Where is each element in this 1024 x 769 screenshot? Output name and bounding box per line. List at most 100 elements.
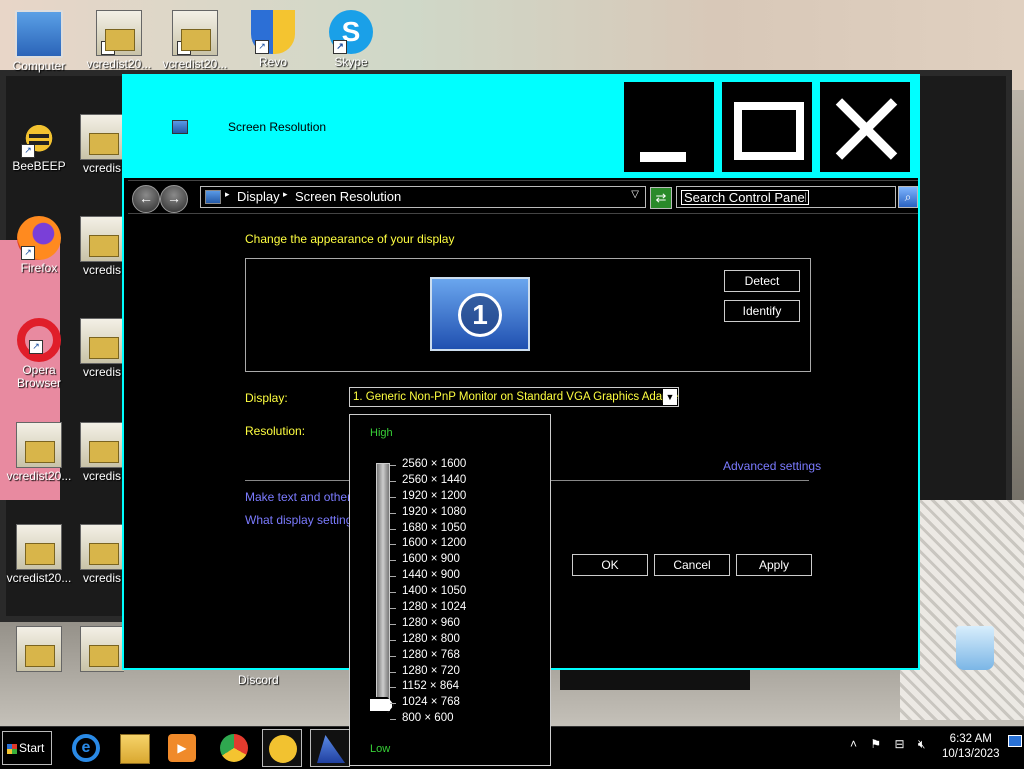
breadcrumb-screen-resolution[interactable]: Screen Resolution xyxy=(295,189,401,204)
show-hidden-icons-chevron-icon[interactable]: ˄ xyxy=(850,737,857,751)
resolution-option[interactable]: 1280 × 1024 xyxy=(390,600,466,616)
resolution-option[interactable]: 2560 × 1600 xyxy=(390,457,466,473)
desktop-icon-label: vcredist20... xyxy=(6,571,72,585)
desktop-icon-label: Computer xyxy=(12,59,66,73)
network-icon[interactable]: ⊟ xyxy=(894,737,904,751)
action-center-flag-icon[interactable]: ⚑ xyxy=(870,737,881,751)
desktop-icon-vcredist[interactable]: ↗ vcredist20... xyxy=(156,10,234,71)
resolution-option[interactable]: 1680 × 1050 xyxy=(390,521,466,537)
desktop-icon-beebeep[interactable]: ↗ BeeBEEP xyxy=(0,114,78,173)
address-history-chevron-icon[interactable]: ▽ xyxy=(631,189,639,200)
taskbar-media-player[interactable]: ▶ xyxy=(162,729,202,767)
desktop-icon-label: Discord xyxy=(238,673,279,687)
resolution-option[interactable]: 1400 × 1050 xyxy=(390,584,466,600)
start-label: Start xyxy=(19,741,45,755)
chevron-down-icon[interactable]: ▼ xyxy=(663,389,677,405)
search-input[interactable] xyxy=(681,190,809,205)
desktop-icon-revo[interactable]: ↗ Revo xyxy=(234,10,312,69)
navigation-bar: ← → ▸ Display ▸ Screen Resolution ▽ ⇄ ⌕ xyxy=(128,180,918,214)
resolution-option[interactable]: 1152 × 864 xyxy=(390,679,466,695)
forward-button[interactable]: → xyxy=(160,185,188,213)
window-titlebar[interactable]: Screen Resolution xyxy=(124,76,918,178)
close-button[interactable] xyxy=(818,80,912,174)
monitor-1-tile[interactable]: 1 xyxy=(430,277,530,351)
installer-icon xyxy=(16,524,62,570)
desktop-icon-vcredist[interactable]: ↗ vcredist20... xyxy=(80,10,158,71)
desktop-icon-skype[interactable]: S ↗ Skype xyxy=(312,10,390,69)
resolution-option[interactable]: 1600 × 900 xyxy=(390,552,466,568)
start-button[interactable]: Start xyxy=(2,731,52,765)
resolution-option[interactable]: 1440 × 900 xyxy=(390,568,466,584)
desktop-icon-computer[interactable]: Computer xyxy=(0,10,78,73)
desktop-icon-vcredist[interactable] xyxy=(0,626,78,674)
cancel-button[interactable]: Cancel xyxy=(654,554,730,576)
installer-icon xyxy=(80,524,124,570)
breadcrumb-arrow-icon[interactable]: ▸ xyxy=(283,189,288,200)
taskbar-internet-explorer[interactable]: e xyxy=(66,729,106,767)
resolution-slider-track[interactable] xyxy=(376,463,390,711)
resolution-label: Resolution: xyxy=(245,424,306,438)
ok-button[interactable]: OK xyxy=(572,554,648,576)
taskbar-file-explorer[interactable] xyxy=(114,729,154,767)
resolution-option[interactable]: 1280 × 768 xyxy=(390,648,466,664)
resolution-option[interactable]: 1920 × 1080 xyxy=(390,505,466,521)
breadcrumb-display[interactable]: Display xyxy=(237,189,280,204)
search-icon[interactable]: ⌕ xyxy=(898,186,918,208)
taskbar-chrome[interactable] xyxy=(214,729,254,767)
desktop-icon-vcredist[interactable] xyxy=(80,626,124,674)
resolution-option[interactable]: 1920 × 1200 xyxy=(390,489,466,505)
clock-time: 6:32 AM xyxy=(949,733,992,745)
resolution-option[interactable]: 1280 × 800 xyxy=(390,632,466,648)
resolution-option[interactable]: 1024 × 768 xyxy=(390,695,466,711)
app-icon xyxy=(317,735,345,763)
apply-button[interactable]: Apply xyxy=(736,554,812,576)
desktop-icon-vcredist[interactable]: vcredist20... xyxy=(0,524,78,585)
identify-button[interactable]: Identify xyxy=(724,300,800,322)
taskbar-beebeep[interactable] xyxy=(262,729,302,767)
system-tray: ˄ ⚑ ⊟ 🔇︎ xyxy=(850,737,935,752)
detect-button[interactable]: Detect xyxy=(724,270,800,292)
breadcrumb-arrow-icon[interactable]: ▸ xyxy=(225,189,230,200)
installer-icon: ↗ xyxy=(172,10,218,56)
desktop-icon-discord[interactable]: Discord xyxy=(238,674,298,687)
refresh-button[interactable]: ⇄ xyxy=(650,187,672,209)
advanced-settings-link[interactable]: Advanced settings xyxy=(723,459,821,473)
installer-icon xyxy=(80,626,124,672)
internet-explorer-icon: e xyxy=(72,734,100,762)
resolution-option[interactable]: 2560 × 1440 xyxy=(390,473,466,489)
desktop-icon-vcredist[interactable]: vcredis xyxy=(80,216,124,277)
computer-icon xyxy=(15,10,63,58)
volume-muted-icon[interactable]: 🔇︎ xyxy=(918,737,926,752)
resolution-option[interactable]: 1280 × 720 xyxy=(390,664,466,680)
installer-icon xyxy=(80,216,124,262)
desktop-icon-vcredist[interactable]: vcredis xyxy=(80,524,124,585)
display-select-value: 1. Generic Non-PnP Monitor on Standard V… xyxy=(353,391,679,403)
resolution-option[interactable]: 1280 × 960 xyxy=(390,616,466,632)
desktop-icon-vcredist[interactable]: vcredis xyxy=(80,318,124,379)
clock[interactable]: 6:32 AM 10/13/2023 xyxy=(942,732,1000,762)
desktop-icon-vcredist[interactable]: vcredis xyxy=(80,422,124,483)
address-bar[interactable]: ▸ Display ▸ Screen Resolution ▽ xyxy=(200,186,646,208)
page-heading: Change the appearance of your display xyxy=(245,232,455,246)
desktop-icon-vcredist[interactable]: vcredis xyxy=(80,114,124,175)
display-label: Display: xyxy=(245,391,288,405)
resolution-dropdown: High 2560 × 1600 2560 × 1440 1920 × 1200 19… xyxy=(349,414,551,766)
windows-logo-icon xyxy=(7,743,17,754)
recycle-bin-icon[interactable] xyxy=(956,626,994,670)
firefox-icon: ↗ xyxy=(17,216,61,260)
resolution-option[interactable]: 1600 × 1200 xyxy=(390,536,466,552)
text-size-link[interactable]: Make text and other it xyxy=(245,490,360,504)
show-desktop-button[interactable] xyxy=(1008,735,1022,747)
desktop-icon-firefox[interactable]: ↗ Firefox xyxy=(0,216,78,275)
taskbar-app[interactable] xyxy=(310,729,350,767)
resolution-option[interactable]: 800 × 600 xyxy=(390,711,466,727)
display-select[interactable]: 1. Generic Non-PnP Monitor on Standard V… xyxy=(349,387,679,407)
desktop-icon-vcredist[interactable]: vcredist20... xyxy=(0,422,78,483)
maximize-button[interactable] xyxy=(720,80,814,174)
desktop-icon-opera[interactable]: ↗ Opera Browser xyxy=(0,318,78,390)
minimize-button[interactable] xyxy=(622,80,716,174)
search-box xyxy=(676,186,896,208)
desktop-icon-label: vcredis xyxy=(82,365,121,379)
desktop-icon-label: vcredist20... xyxy=(86,57,152,71)
back-button[interactable]: ← xyxy=(132,185,160,213)
